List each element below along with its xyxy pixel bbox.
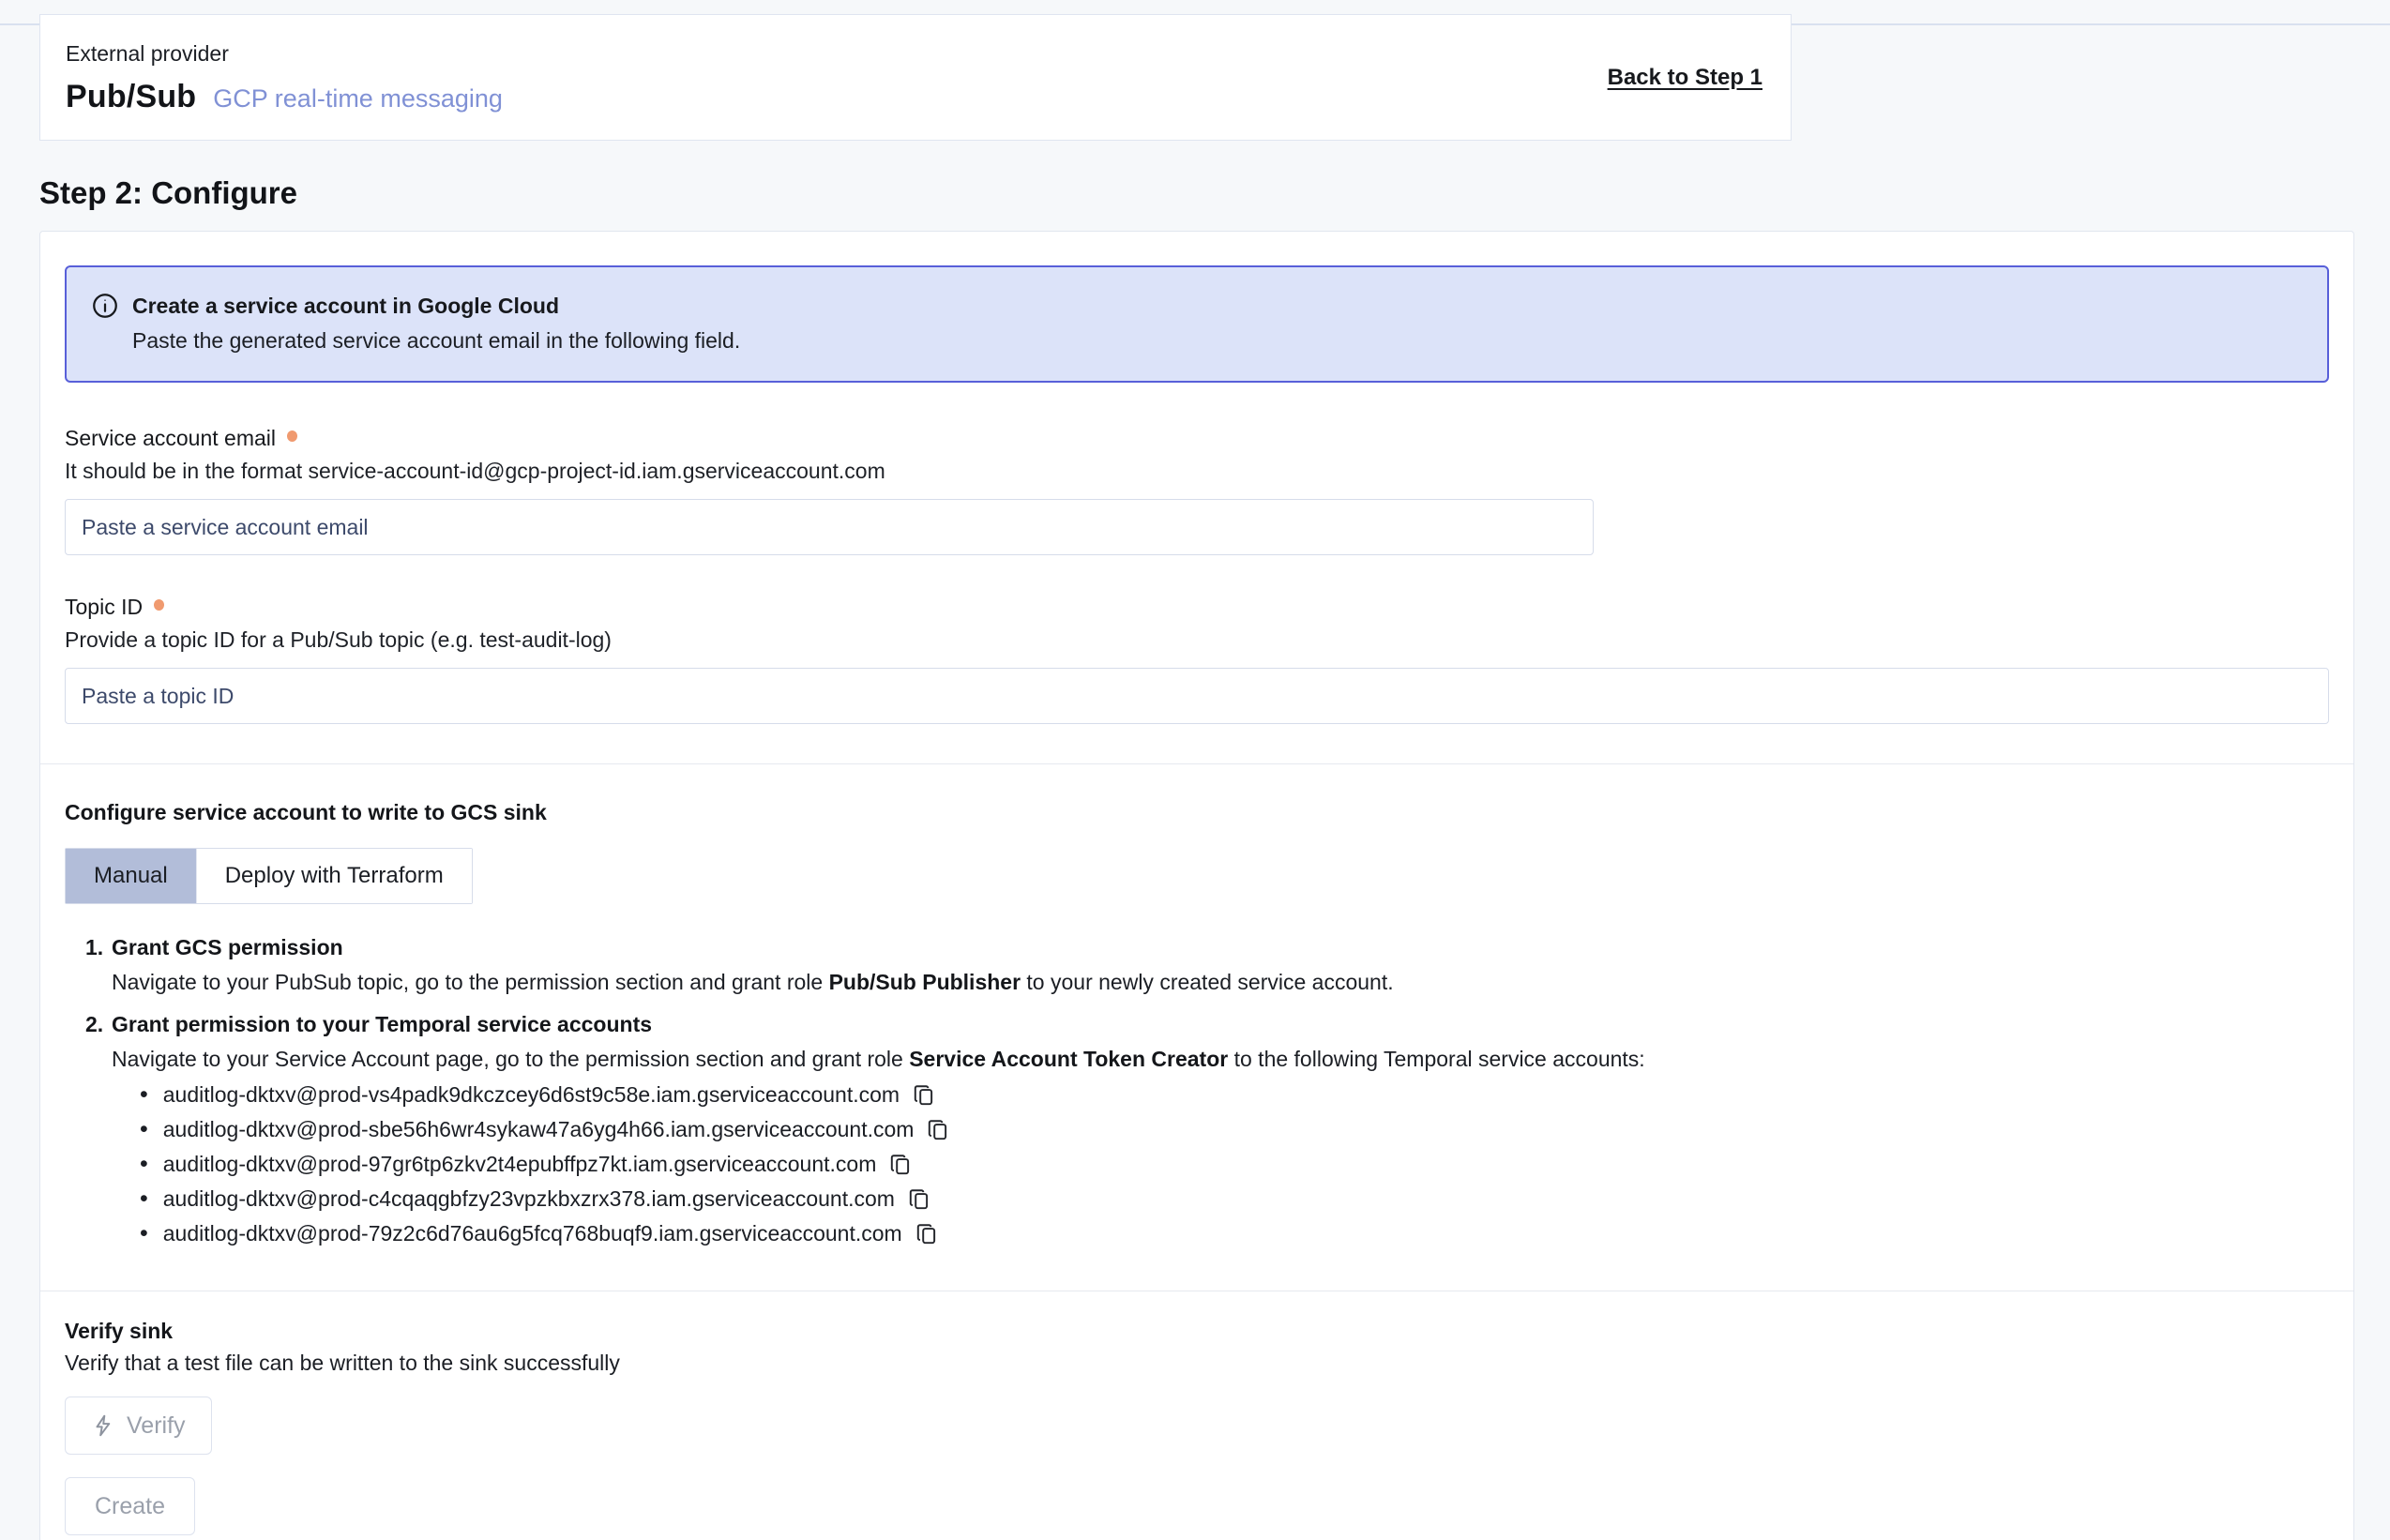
create-button-row: Create (65, 1455, 2329, 1535)
tab-manual[interactable]: Manual (66, 849, 196, 903)
info-banner: Create a service account in Google Cloud… (65, 265, 2329, 383)
service-account-item: auditlog-dktxv@prod-97gr6tp6zkv2t4epubff… (140, 1147, 2329, 1182)
verify-sink-description: Verify that a test file can be written t… (65, 1349, 2329, 1377)
info-icon (91, 292, 119, 320)
provider-name: Pub/Sub (66, 79, 196, 115)
service-account-item: auditlog-dktxv@prod-c4cqaqgbfzy23vpzkbxz… (140, 1182, 2329, 1216)
service-account-email-input[interactable] (65, 499, 1594, 555)
step-body: Navigate to your PubSub topic, go to the… (112, 965, 2329, 1000)
section-divider (40, 763, 2353, 764)
topic-id-label-row: Topic ID (65, 593, 2329, 621)
provider-eyebrow: External provider (66, 39, 1764, 68)
required-dot-icon (154, 599, 164, 611)
service-account-email-text: auditlog-dktxv@prod-vs4padk9dkczcey6d6st… (163, 1078, 900, 1112)
temporal-service-account-list: auditlog-dktxv@prod-vs4padk9dkczcey6d6st… (140, 1078, 2329, 1251)
topic-id-field: Topic ID Provide a topic ID for a Pub/Su… (65, 593, 2329, 724)
step-grant-temporal-permission: Grant permission to your Temporal servic… (85, 1007, 2329, 1251)
create-button[interactable]: Create (65, 1477, 195, 1535)
configure-sink-heading: Configure service account to write to GC… (65, 798, 2329, 826)
info-banner-body: Paste the generated service account emai… (132, 326, 2301, 355)
verify-sink-section: Verify sink Verify that a test file can … (65, 1317, 2329, 1455)
lightning-icon (91, 1413, 115, 1438)
service-account-email-text: auditlog-dktxv@prod-97gr6tp6zkv2t4epubff… (163, 1147, 877, 1182)
instruction-steps: Grant GCS permission Navigate to your Pu… (85, 930, 2329, 1251)
verify-button[interactable]: Verify (65, 1397, 212, 1455)
info-banner-title-row: Create a service account in Google Cloud (91, 292, 2301, 320)
verify-button-label: Verify (127, 1412, 186, 1440)
service-account-item: auditlog-dktxv@prod-79z2c6d76au6g5fcq768… (140, 1216, 2329, 1251)
service-account-email-label: Service account email (65, 424, 276, 452)
service-account-email-text: auditlog-dktxv@prod-sbe56h6wr4sykaw47a6y… (163, 1112, 915, 1147)
provider-card: External provider Pub/Sub GCP real-time … (39, 14, 1792, 141)
step-grant-gcs-permission: Grant GCS permission Navigate to your Pu… (85, 930, 2329, 1000)
service-account-item: auditlog-dktxv@prod-vs4padk9dkczcey6d6st… (140, 1078, 2329, 1112)
provider-title-row: Pub/Sub GCP real-time messaging (66, 79, 1764, 115)
service-account-email-field: Service account email It should be in th… (65, 424, 2329, 555)
service-account-item: auditlog-dktxv@prod-sbe56h6wr4sykaw47a6y… (140, 1112, 2329, 1147)
tab-deploy-with-terraform[interactable]: Deploy with Terraform (196, 849, 472, 903)
page-title: Step 2: Configure (39, 176, 2390, 210)
copy-icon[interactable] (912, 1083, 936, 1108)
required-dot-icon (287, 430, 297, 442)
provider-tagline: GCP real-time messaging (213, 84, 503, 113)
copy-icon[interactable] (915, 1222, 939, 1246)
topic-id-label: Topic ID (65, 593, 143, 621)
step-body: Navigate to your Service Account page, g… (112, 1042, 2329, 1077)
back-to-step-1-link[interactable]: Back to Step 1 (1608, 65, 1762, 91)
step-title: Grant permission to your Temporal servic… (112, 1007, 2329, 1042)
copy-icon[interactable] (888, 1153, 913, 1177)
service-account-email-help: It should be in the format service-accou… (65, 457, 2329, 485)
config-method-tabs: Manual Deploy with Terraform (65, 848, 473, 904)
info-banner-title: Create a service account in Google Cloud (132, 294, 559, 319)
configure-sink-section: Configure service account to write to GC… (65, 798, 2329, 1251)
configure-form-card: Create a service account in Google Cloud… (39, 231, 2354, 1540)
topic-id-help: Provide a topic ID for a Pub/Sub topic (… (65, 626, 2329, 654)
service-account-email-text: auditlog-dktxv@prod-79z2c6d76au6g5fcq768… (163, 1216, 902, 1251)
copy-icon[interactable] (907, 1187, 931, 1212)
verify-sink-heading: Verify sink (65, 1317, 2329, 1345)
service-account-email-label-row: Service account email (65, 424, 2329, 452)
topic-id-input[interactable] (65, 668, 2329, 724)
copy-icon[interactable] (926, 1118, 950, 1142)
step-title: Grant GCS permission (112, 930, 2329, 965)
service-account-email-text: auditlog-dktxv@prod-c4cqaqgbfzy23vpzkbxz… (163, 1182, 895, 1216)
